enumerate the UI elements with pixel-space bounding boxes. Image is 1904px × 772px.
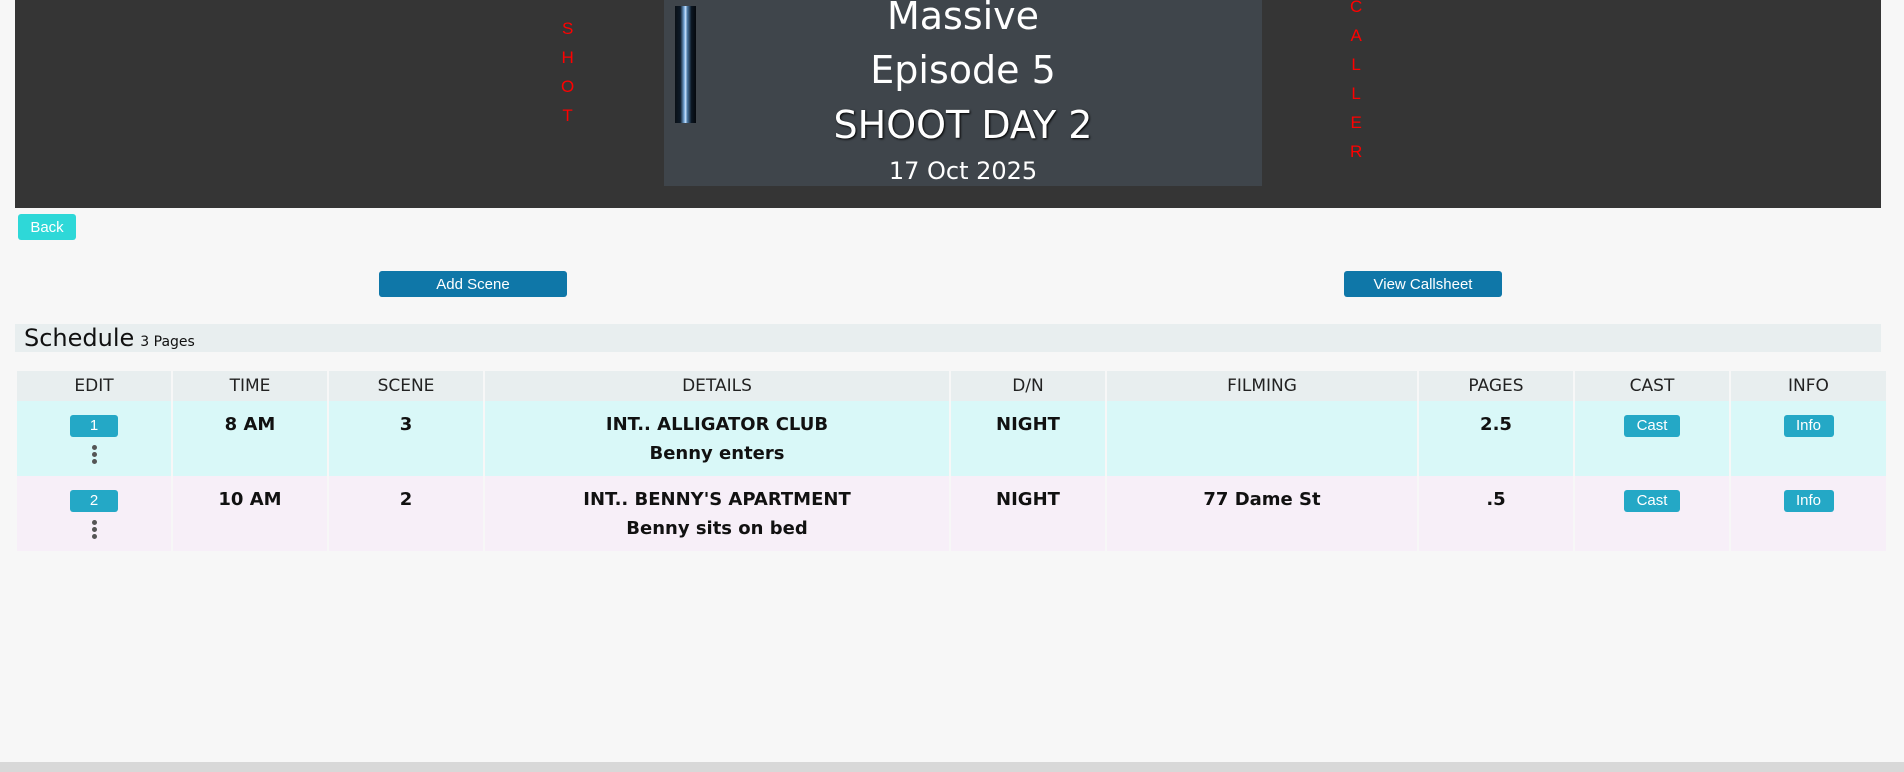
column-header-scene: SCENE [329,371,483,401]
day-night-cell: NIGHT [951,476,1105,551]
vertical-letter: O [561,77,575,96]
column-header-dn: D/N [951,371,1105,401]
shoot-date: 17 Oct 2025 [888,157,1038,185]
show-header: S H O T Massive Episode 5 SHOOT DAY 2 17… [15,0,1881,208]
vertical-letter: T [562,106,573,125]
vertical-letter: C [1350,0,1363,16]
column-header-pages: PAGES [1419,371,1573,401]
shot-vertical-label: S H O T [561,14,574,130]
vertical-letter: L [1351,55,1361,74]
column-header-time: TIME [173,371,327,401]
bottom-taskbar-strip [0,762,1904,772]
edit-cell: 1 [17,401,171,476]
vertical-letter: A [1350,26,1362,45]
column-header-info: INFO [1731,371,1886,401]
schedule-header: Schedule 3 Pages [15,324,1881,352]
column-header-details: DETAILS [485,371,949,401]
cast-cell: Cast [1575,401,1729,476]
edit-cell: 2 [17,476,171,551]
filming-cell [1107,401,1417,476]
edit-scene-button[interactable]: 2 [70,490,118,512]
table-row: 2 10 AM 2 INT.. BENNY'S APARTMENT Benny … [17,476,1886,551]
scene-location: INT.. BENNY'S APARTMENT [583,489,851,510]
vertical-letter: H [561,48,574,67]
info-cell: Info [1731,401,1886,476]
schedule-page-count: 3 Pages [140,334,195,350]
details-cell: INT.. BENNY'S APARTMENT Benny sits on be… [485,476,949,551]
filming-cell: 77 Dame St [1107,476,1417,551]
cast-button[interactable]: Cast [1624,490,1680,512]
show-title: Massive [886,0,1040,38]
scene-cell: 3 [329,401,483,476]
more-options-icon[interactable] [18,445,170,464]
pages-cell: 2.5 [1419,401,1573,476]
back-button[interactable]: Back [18,214,76,240]
view-callsheet-button[interactable]: View Callsheet [1344,271,1502,297]
vertical-letter: S [561,19,574,38]
schedule-table: EDIT TIME SCENE DETAILS D/N FILMING PAGE… [15,371,1888,551]
caller-vertical-label: C A L L E R [1350,0,1362,166]
info-cell: Info [1731,476,1886,551]
cast-button[interactable]: Cast [1624,415,1680,437]
pages-cell: .5 [1419,476,1573,551]
info-button[interactable]: Info [1783,415,1834,437]
vertical-letter: R [1350,142,1363,161]
column-header-cast: CAST [1575,371,1729,401]
title-panel: Massive Episode 5 SHOOT DAY 2 17 Oct 202… [664,0,1262,186]
vertical-letter: L [1351,84,1361,103]
table-header-row: EDIT TIME SCENE DETAILS D/N FILMING PAGE… [17,371,1886,401]
time-cell: 8 AM [173,401,327,476]
schedule-title: Schedule [24,324,135,352]
column-header-edit: EDIT [17,371,171,401]
shoot-day-title: SHOOT DAY 2 [833,103,1093,147]
cast-cell: Cast [1575,476,1729,551]
scene-location: INT.. ALLIGATOR CLUB [605,414,829,435]
day-night-cell: NIGHT [951,401,1105,476]
details-cell: INT.. ALLIGATOR CLUB Benny enters [485,401,949,476]
episode-title: Episode 5 [870,48,1056,92]
scene-description: Benny sits on bed [626,518,808,539]
add-scene-button[interactable]: Add Scene [379,271,567,297]
info-button[interactable]: Info [1783,490,1834,512]
scene-description: Benny enters [649,443,785,464]
column-header-filming: FILMING [1107,371,1417,401]
more-options-icon[interactable] [18,520,170,539]
scene-cell: 2 [329,476,483,551]
vertical-letter: E [1350,113,1362,132]
time-cell: 10 AM [173,476,327,551]
table-row: 1 8 AM 3 INT.. ALLIGATOR CLUB Benny ente… [17,401,1886,476]
edit-scene-button[interactable]: 1 [70,415,118,437]
